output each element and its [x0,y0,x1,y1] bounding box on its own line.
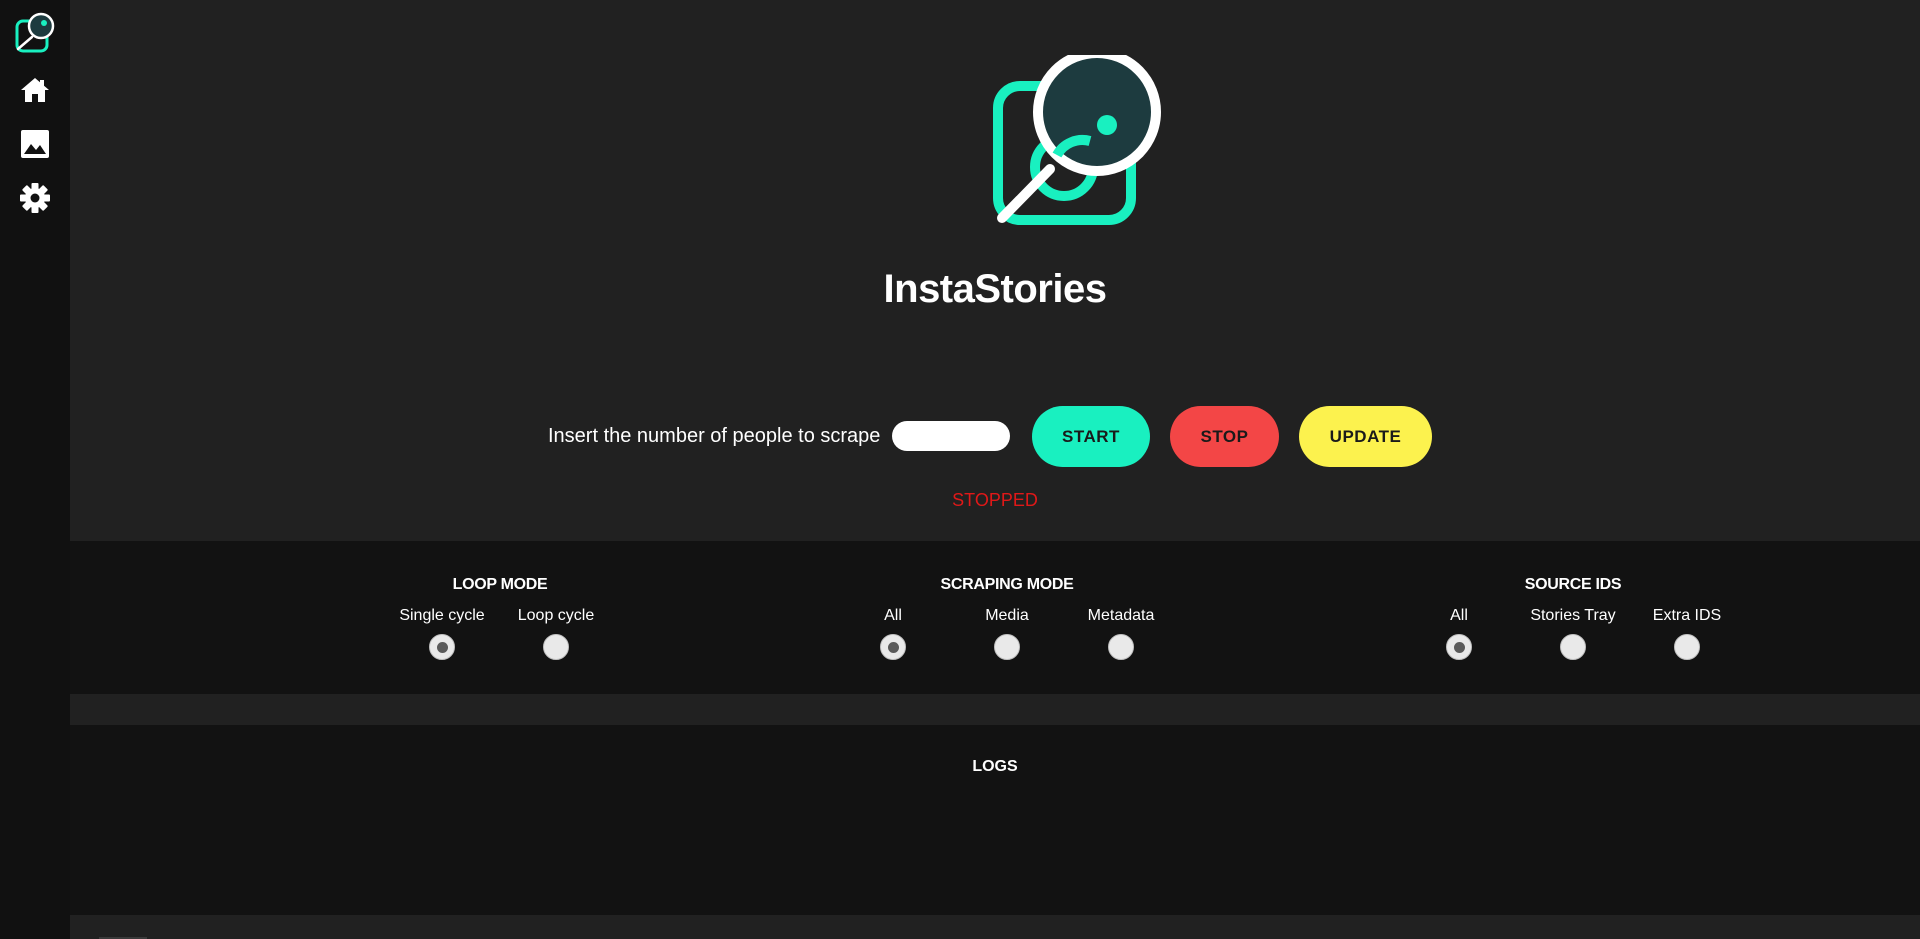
option-label: Stories Tray [1530,607,1616,624]
instastories-logo [993,55,1161,225]
source-all-radio[interactable] [1446,634,1472,660]
option-label: Metadata [1087,607,1155,624]
sidebar-item-logo[interactable] [13,10,57,54]
logs-panel: LOGS [70,725,1920,915]
source-option-all: All [1399,607,1519,660]
source-ids-group: SOURCE IDS All Stories Tray Extra IDS [1373,541,1773,694]
status-text: STOPPED [952,490,1038,510]
stories-tray-radio[interactable] [1560,634,1586,660]
sidebar-item-gallery[interactable] [13,122,57,166]
update-button[interactable]: UPDATE [1299,406,1432,467]
modes-panel: LOOP MODE Single cycle Loop cycle SCRAPI… [70,541,1920,694]
footer-strip [70,915,1920,939]
scraping-media-radio[interactable] [994,634,1020,660]
sidebar [0,0,70,939]
loop-mode-group: LOOP MODE Single cycle Loop cycle [380,541,620,694]
start-button[interactable]: START [1032,406,1150,467]
option-label: All [1450,607,1468,624]
scrape-count-label: Insert the number of people to scrape [548,425,881,447]
scraping-metadata-radio[interactable] [1108,634,1134,660]
loop-cycle-radio[interactable] [543,634,569,660]
stop-button[interactable]: STOP [1170,406,1279,467]
option-label: Single cycle [399,607,485,624]
scraping-mode-group: SCRAPING MODE All Media Metadata [807,541,1207,694]
scraping-all-radio[interactable] [880,634,906,660]
sidebar-item-home[interactable] [13,68,57,112]
option-label: Loop cycle [517,607,595,624]
loop-mode-title: LOOP MODE [452,576,548,593]
main-content: InstaStories Insert the number of people… [70,0,1920,939]
option-label: Media [985,607,1029,624]
home-icon [21,78,49,102]
scraping-mode-title: SCRAPING MODE [940,576,1074,593]
scraping-option-media: Media [947,607,1067,660]
scrape-controls: Insert the number of people to scrape ST… [70,405,1920,467]
image-icon [21,130,49,158]
loop-option-loop: Loop cycle [496,607,616,660]
loop-option-single: Single cycle [382,607,502,660]
section-divider [70,694,1920,725]
source-option-extra-ids: Extra IDS [1627,607,1747,660]
hero-section: InstaStories Insert the number of people… [70,0,1920,541]
logs-title: LOGS [972,758,1018,775]
sidebar-item-settings[interactable] [13,176,57,220]
gear-icon [20,183,50,213]
source-option-stories-tray: Stories Tray [1513,607,1633,660]
scrape-count-input[interactable] [892,421,1010,451]
scraping-option-metadata: Metadata [1061,607,1181,660]
extra-ids-radio[interactable] [1674,634,1700,660]
instastories-logo-icon [15,12,55,53]
option-label: Extra IDS [1652,607,1722,624]
source-ids-title: SOURCE IDS [1524,576,1622,593]
app-title: InstaStories [883,267,1107,311]
single-cycle-radio[interactable] [429,634,455,660]
scraping-option-all: All [833,607,953,660]
option-label: All [884,607,902,624]
